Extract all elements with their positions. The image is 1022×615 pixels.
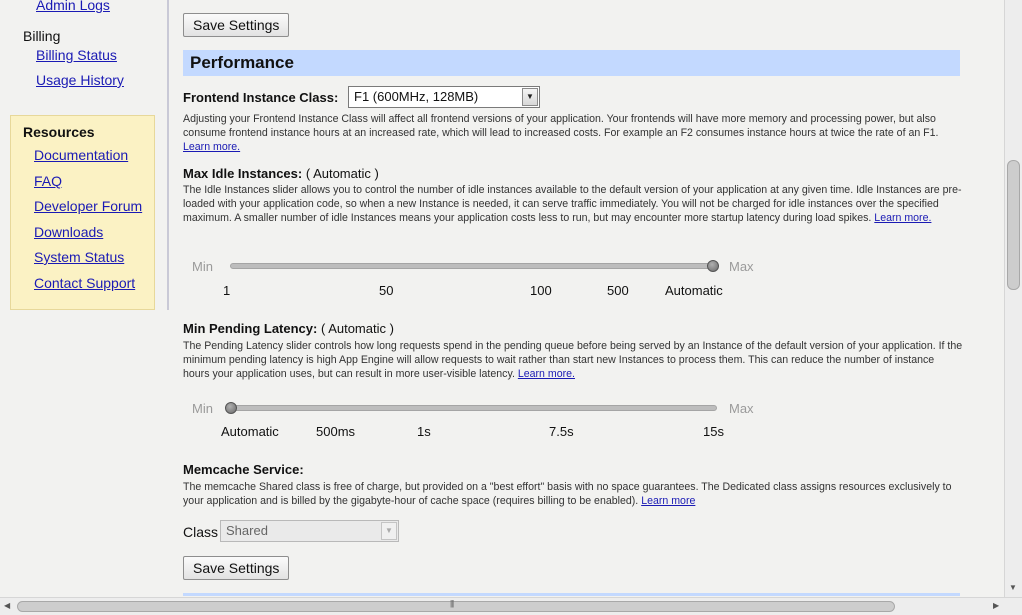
min-pending-latency-description: The Pending Latency slider controls how … [183,340,963,380]
save-settings-button-bottom[interactable]: Save Settings [183,556,290,580]
sidebar-divider [167,0,169,310]
max-idle-slider-track[interactable] [230,263,719,269]
memcache-class-value: Shared [226,523,268,538]
memcache-class-select[interactable]: Shared ▼ [220,520,399,542]
save-settings-button-top[interactable]: Save Settings [183,13,290,37]
vertical-scrollbar[interactable]: ▼ [1004,0,1022,597]
min-pending-slider-min-label: Min [192,401,213,416]
min-pending-tick: Automatic [221,424,279,439]
frontend-instance-class-value: F1 (600MHz, 128MB) [354,89,479,104]
max-idle-slider-max-label: Max [729,259,754,274]
memcache-service-description: The memcache Shared class is free of cha… [183,481,952,507]
performance-section-header: Performance [183,50,960,76]
sidebar: Admin Logs Billing Billing Status Usage … [0,0,170,596]
scroll-down-arrow-icon[interactable]: ▼ [1009,583,1017,592]
min-pending-latency-label: Min Pending Latency: ( Automatic ) [183,321,394,336]
min-pending-slider-track[interactable] [225,405,717,411]
memcache-service-label: Memcache Service: [183,462,304,477]
min-pending-learn-more-link[interactable]: Learn more. [518,368,575,380]
frontend-learn-more-link[interactable]: Learn more. [183,141,240,153]
memcache-learn-more-link[interactable]: Learn more [641,495,695,507]
resources-link-contact-support[interactable]: Contact Support [34,275,135,291]
max-idle-tick: 1 [223,283,231,298]
max-idle-instances-label: Max Idle Instances: ( Automatic ) [183,166,379,181]
resources-link-downloads[interactable]: Downloads [34,224,103,240]
vertical-scrollbar-thumb[interactable] [1007,160,1020,290]
min-pending-tick: 1s [417,424,431,439]
memcache-class-label: Class [183,524,219,540]
resources-link-system-status[interactable]: System Status [34,249,124,265]
resources-link-documentation[interactable]: Documentation [34,147,128,163]
max-idle-slider-min-label: Min [192,259,213,274]
frontend-instance-class-description: Adjusting your Frontend Instance Class w… [183,113,939,153]
chevron-down-icon: ▼ [522,88,538,106]
min-pending-tick: 15s [703,424,724,439]
max-idle-tick: Automatic [665,283,723,298]
scroll-left-arrow-icon[interactable]: ◀ [4,601,10,610]
max-idle-tick: 100 [530,283,552,298]
next-section-header [183,593,960,596]
sidebar-link-billing-status[interactable]: Billing Status [36,47,117,63]
min-pending-tick: 7.5s [549,424,574,439]
horizontal-scrollbar-thumb[interactable] [17,601,895,612]
grip-icon: ||| [450,599,454,608]
min-pending-slider-thumb[interactable] [225,402,237,414]
sidebar-link-usage-history[interactable]: Usage History [36,72,124,88]
frontend-instance-class-select[interactable]: F1 (600MHz, 128MB) ▼ [348,86,540,108]
max-idle-tick: 500 [607,283,629,298]
min-pending-latency-value: ( Automatic ) [320,321,394,336]
min-pending-tick: 500ms [316,424,356,439]
horizontal-scrollbar[interactable]: ◀ ||| ▶ [0,597,1022,615]
main-content: Save Settings Performance Frontend Insta… [183,0,963,596]
max-idle-tick: 50 [379,283,394,298]
min-pending-slider-max-label: Max [729,401,754,416]
resources-link-faq[interactable]: FAQ [34,173,62,189]
sidebar-link-admin-logs[interactable]: Admin Logs [36,0,110,13]
chevron-down-icon: ▼ [381,522,397,540]
max-idle-slider-thumb[interactable] [707,260,719,272]
resources-box: Resources Documentation FAQ Developer Fo… [10,115,155,310]
sidebar-heading-billing: Billing [23,28,61,44]
max-idle-instances-value: ( Automatic ) [305,166,379,181]
resources-title: Resources [23,124,95,140]
resources-link-developer-forum[interactable]: Developer Forum [34,198,142,214]
scroll-right-arrow-icon[interactable]: ▶ [993,601,999,610]
frontend-instance-class-label: Frontend Instance Class: [183,90,339,105]
max-idle-learn-more-link[interactable]: Learn more. [874,212,931,224]
max-idle-instances-description: The Idle Instances slider allows you to … [183,184,962,224]
